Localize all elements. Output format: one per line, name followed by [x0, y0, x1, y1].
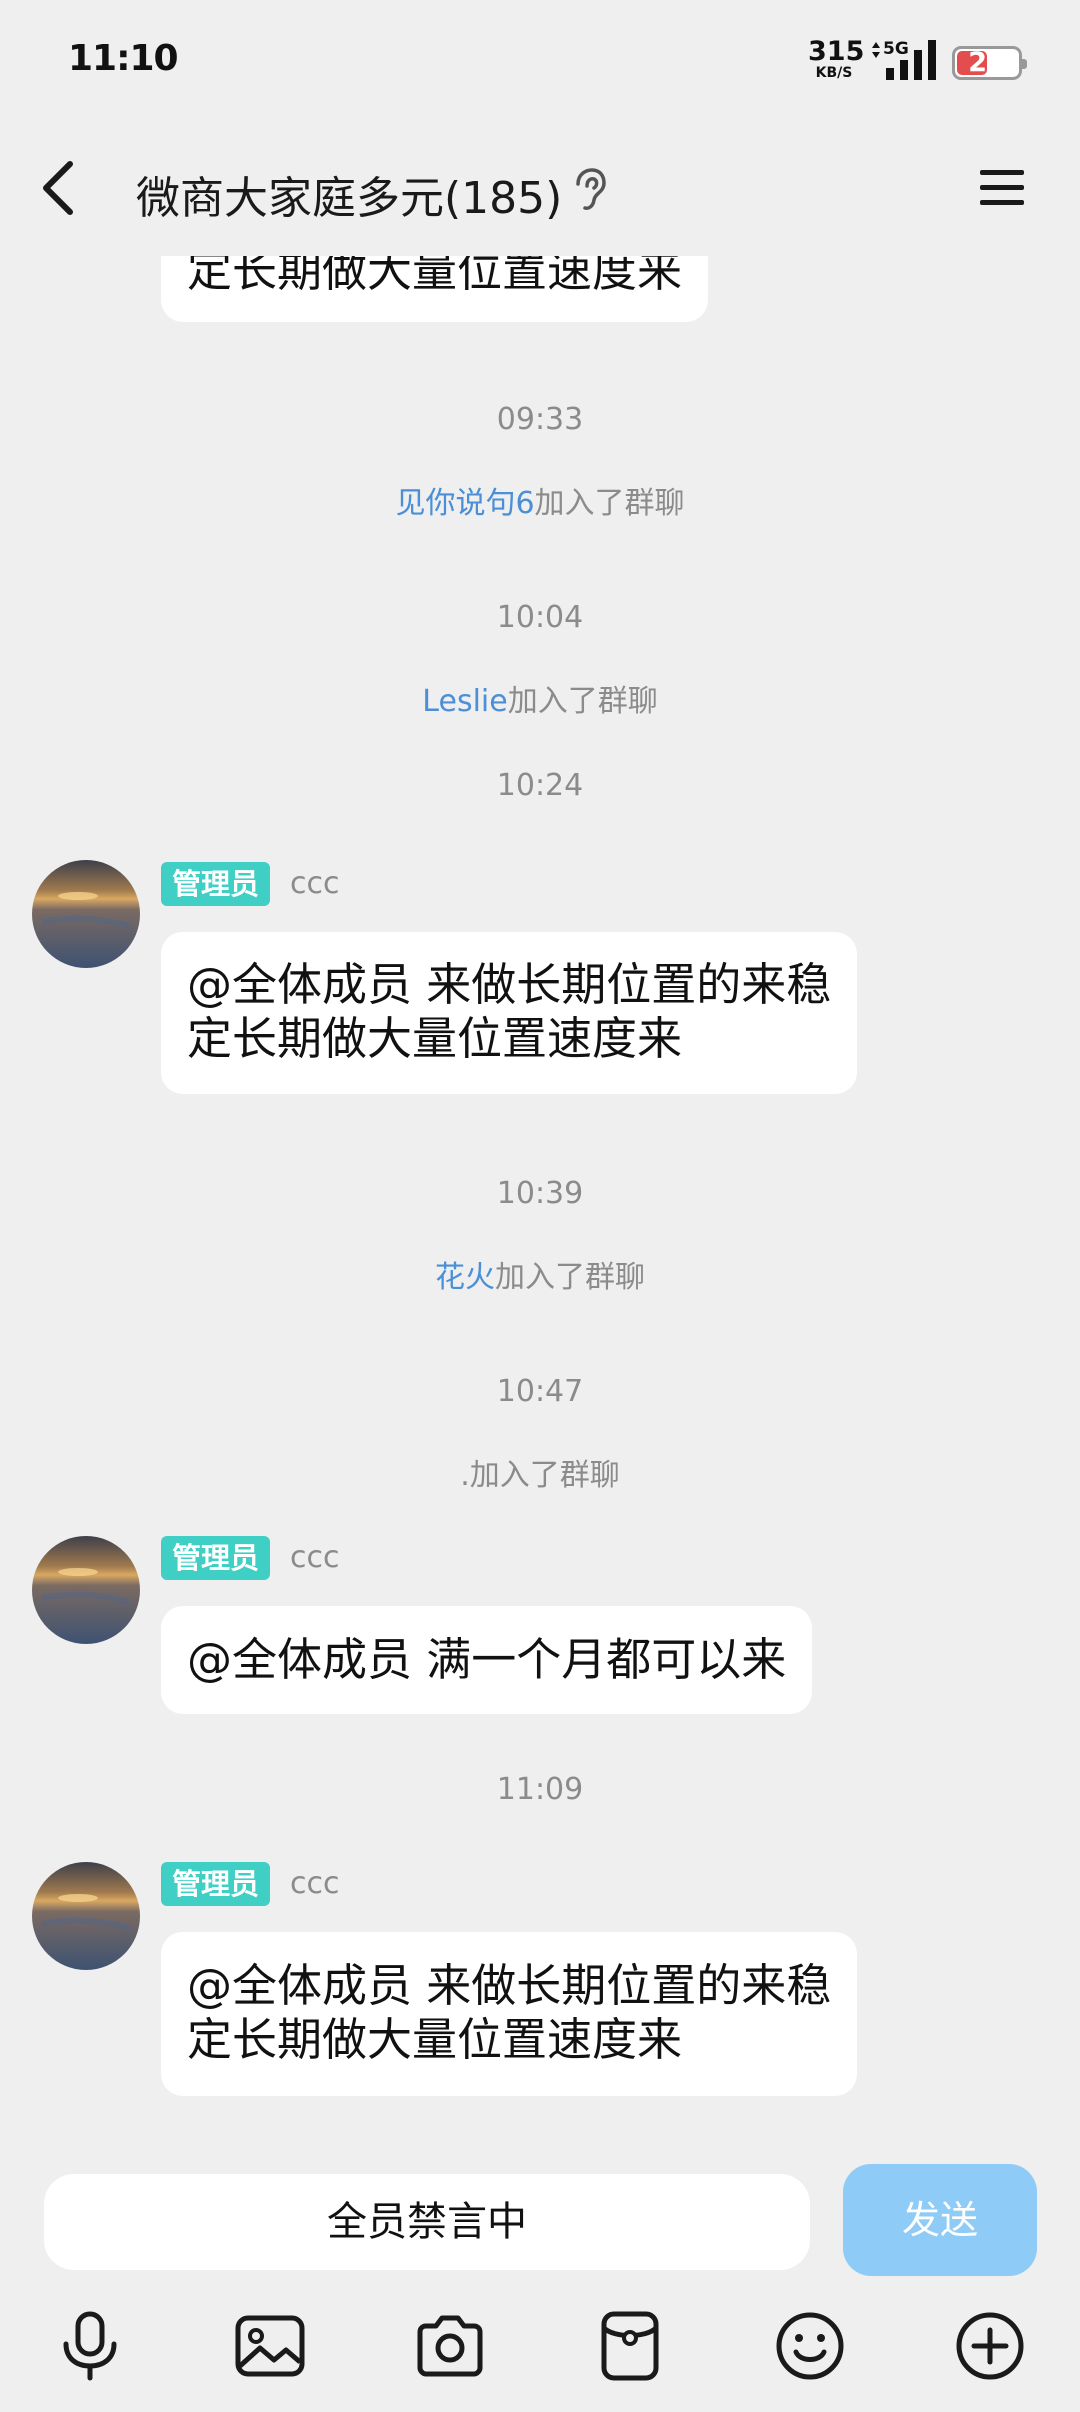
- member-name-link[interactable]: 见你说句6: [395, 486, 534, 521]
- red-packet-icon: [601, 2311, 659, 2381]
- join-text: 加入了群聊: [469, 1458, 620, 1493]
- input-bar: 全员禁言中 发送: [0, 2150, 1080, 2412]
- message-list[interactable]: 定长期做大量位置速度来 09:33 见你说句6加入了群聊 10:04 Lesli…: [0, 0, 1080, 2150]
- message-text-line: 定长期做大量位置速度来: [187, 2013, 683, 2066]
- camera-icon: [417, 2315, 483, 2377]
- red-packet-button[interactable]: [592, 2308, 668, 2384]
- timestamp: 09:33: [496, 402, 584, 437]
- network-speed: 315 KB/S: [808, 36, 865, 81]
- join-notice: 见你说句6加入了群聊: [0, 478, 1080, 522]
- join-text: 加入了群聊: [507, 684, 658, 719]
- sender-avatar[interactable]: [32, 1862, 140, 1970]
- battery-level: 20: [968, 47, 1006, 78]
- chat-title[interactable]: 微商大家庭多元(185): [136, 162, 562, 226]
- gallery-button[interactable]: [232, 2308, 308, 2384]
- admin-badge: 管理员: [161, 1536, 271, 1580]
- timestamp: 11:09: [496, 1772, 584, 1807]
- join-notice: 花火加入了群聊: [0, 1252, 1080, 1296]
- message-text-line: @全体成员 来做长期位置的来稳: [187, 1959, 832, 2012]
- message-text-line: @全体成员 满一个月都可以来: [187, 1633, 787, 1686]
- network-speed-value: 315: [808, 36, 865, 67]
- timestamp: 10:24: [496, 768, 584, 803]
- avatar-image: [32, 1862, 140, 1970]
- sender-avatar[interactable]: [32, 860, 140, 968]
- message-bubble[interactable]: @全体成员 满一个月都可以来: [161, 1606, 813, 1714]
- chat-screen: 定长期做大量位置速度来 09:33 见你说句6加入了群聊 10:04 Lesli…: [0, 0, 1080, 2412]
- message-bubble[interactable]: @全体成员 来做长期位置的来稳 定长期做大量位置速度来: [161, 932, 858, 1094]
- voice-button[interactable]: [52, 2308, 128, 2384]
- member-name-link[interactable]: 花火: [435, 1260, 495, 1295]
- sender-name[interactable]: ccc: [290, 862, 339, 906]
- join-notice: .加入了群聊: [0, 1450, 1080, 1494]
- status-bar: 11:10 315 KB/S 5G 20: [0, 0, 1080, 120]
- avatar-image: [32, 1536, 140, 1644]
- send-button[interactable]: 发送: [843, 2164, 1037, 2276]
- chat-header: 微商大家庭多元(185): [0, 120, 1080, 256]
- emoji-icon: [776, 2312, 844, 2380]
- join-text: 加入了群聊: [495, 1260, 645, 1295]
- input-toolbar: [0, 2298, 1080, 2398]
- member-name-link[interactable]: Leslie: [422, 684, 507, 719]
- avatar-image: [32, 860, 140, 968]
- cellular-signal-icon: 5G: [872, 39, 936, 80]
- network-type: 5G: [883, 39, 909, 59]
- admin-badge: 管理员: [161, 1862, 271, 1906]
- member-name[interactable]: .: [460, 1458, 470, 1493]
- battery-icon: 20: [952, 46, 1027, 80]
- ear-icon[interactable]: [568, 166, 608, 212]
- back-button[interactable]: [28, 150, 88, 226]
- message-text-line: 定长期做大量位置速度来: [187, 1012, 683, 1065]
- join-text: 加入了群聊: [534, 486, 685, 521]
- muted-input-field: 全员禁言中: [44, 2174, 810, 2270]
- emoji-button[interactable]: [772, 2308, 848, 2384]
- sender-name[interactable]: ccc: [290, 1536, 339, 1580]
- image-icon: [235, 2315, 305, 2377]
- timestamp: 10:47: [496, 1374, 584, 1409]
- admin-badge: 管理员: [161, 862, 271, 906]
- camera-button[interactable]: [412, 2308, 488, 2384]
- chevron-left-icon: [43, 161, 73, 215]
- hamburger-menu-icon[interactable]: [976, 160, 1032, 216]
- message-text-line: @全体成员 来做长期位置的来稳: [187, 958, 832, 1011]
- sender-avatar[interactable]: [32, 1536, 140, 1644]
- timestamp: 10:39: [496, 1176, 584, 1211]
- plus-icon: [956, 2312, 1024, 2380]
- message-bubble[interactable]: @全体成员 来做长期位置的来稳 定长期做大量位置速度来: [161, 1932, 858, 2096]
- microphone-icon: [63, 2311, 117, 2381]
- sender-name[interactable]: ccc: [290, 1862, 339, 1906]
- timestamp: 10:04: [496, 600, 584, 635]
- join-notice: Leslie加入了群聊: [0, 676, 1080, 720]
- status-time: 11:10: [68, 38, 179, 79]
- more-button[interactable]: [952, 2308, 1028, 2384]
- network-speed-unit: KB/S: [815, 65, 853, 81]
